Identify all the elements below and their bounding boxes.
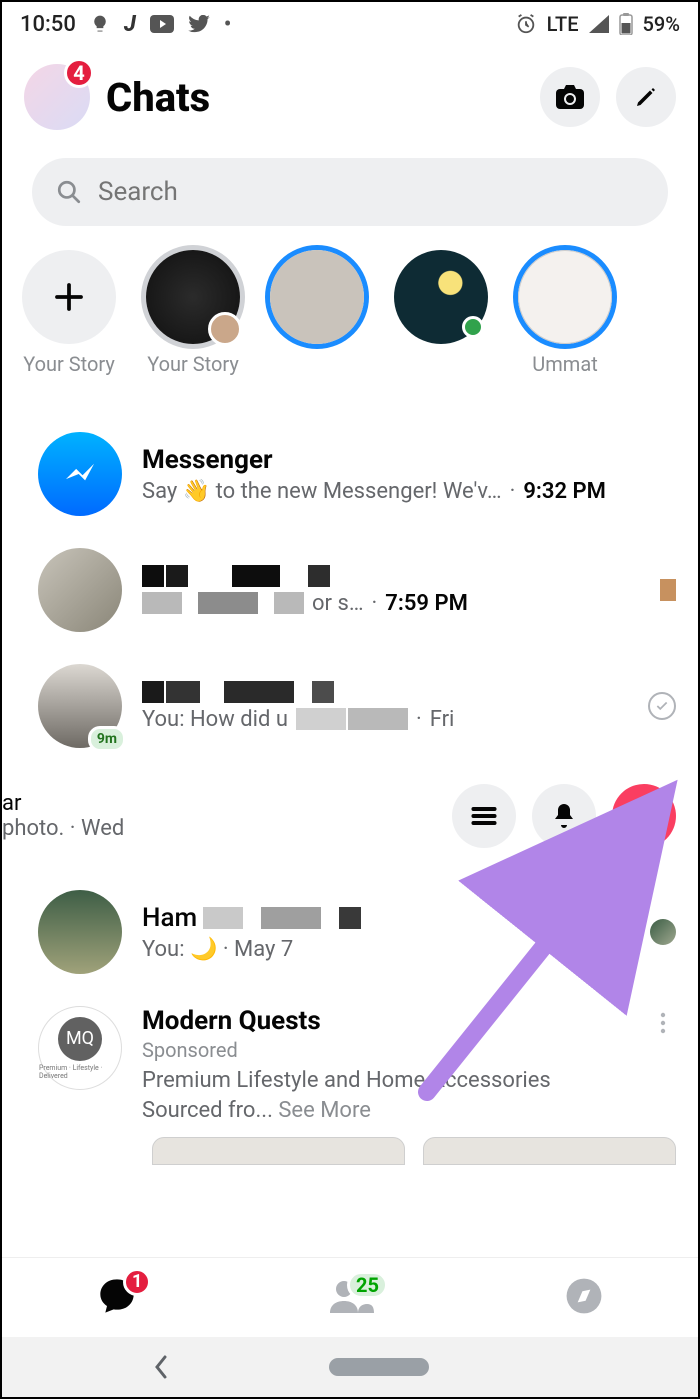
chat-avatar — [38, 890, 122, 974]
system-nav — [2, 1337, 698, 1397]
activity-badge: 9m — [88, 726, 126, 752]
chat-row[interactable]: or s… · 7:59 PM — [2, 538, 698, 654]
check-icon — [655, 699, 669, 713]
header: 4 Chats — [2, 46, 698, 136]
chat-name: Messenger — [142, 445, 676, 475]
story-label: Your Story — [23, 352, 115, 376]
seen-avatar — [650, 919, 676, 945]
status-dot-icon: • — [224, 12, 232, 37]
chat-list: Messenger Say 👋 to the new Messenger! We… — [2, 376, 698, 1165]
seen-indicator — [648, 692, 676, 720]
more-vert-icon — [660, 1012, 666, 1034]
status-indicator — [660, 579, 676, 601]
chat-preview: You: 🌙 · May 7 — [142, 937, 293, 962]
messenger-icon — [57, 451, 103, 497]
chat-preview-redacted — [296, 708, 408, 730]
chat-time: 7:59 PM — [385, 591, 468, 616]
story-label: Your Story — [147, 352, 239, 376]
back-icon[interactable] — [152, 1353, 170, 1381]
nav-people-badge: 25 — [347, 1271, 388, 1299]
see-more-link[interactable]: See More — [278, 1098, 371, 1123]
chat-preview-prefix: You: How did u — [142, 707, 288, 732]
sponsor-cards[interactable] — [2, 1129, 698, 1165]
sponsored-tag: Sponsored — [142, 1038, 630, 1062]
swiped-chat-text: ar photo. · Wed — [2, 791, 124, 841]
sponsored-row[interactable]: MQ Premium · Lifestyle · Delivered Moder… — [2, 996, 698, 1129]
stories-row: Your Story Your Story Ummat — [2, 226, 698, 376]
search-bar[interactable] — [32, 158, 668, 226]
chat-time: Fri — [430, 707, 455, 732]
compose-button[interactable] — [616, 67, 676, 127]
chat-name-redacted — [142, 681, 628, 703]
bottom-nav: 1 25 — [2, 1257, 698, 1337]
chat-row[interactable]: Ham You: 🌙 · May 7 — [2, 862, 698, 996]
swiped-chat-row[interactable]: ar photo. · Wed — [2, 770, 698, 862]
messenger-avatar — [38, 432, 122, 516]
twitter-icon — [188, 15, 210, 33]
camera-icon — [555, 84, 585, 110]
menu-action-button[interactable] — [452, 784, 516, 848]
mute-action-button[interactable] — [532, 784, 596, 848]
chat-avatar — [38, 548, 122, 632]
delete-action-button[interactable] — [612, 784, 676, 848]
letter-j-icon: J — [124, 12, 136, 37]
sponsor-menu-button[interactable] — [650, 1006, 676, 1125]
chat-preview: Say 👋 to the new Messenger! We'v… — [142, 479, 502, 504]
plus-icon — [51, 279, 87, 315]
lightbulb-icon — [90, 14, 110, 34]
nav-discover[interactable] — [565, 1277, 603, 1319]
battery-icon — [619, 13, 633, 35]
chat-row-messenger[interactable]: Messenger Say 👋 to the new Messenger! We… — [2, 422, 698, 538]
status-bar: 10:50 J • LTE 59% — [2, 2, 698, 46]
nav-people[interactable]: 25 — [328, 1279, 374, 1317]
story-label: Ummat — [532, 352, 597, 376]
page-title: Chats — [106, 74, 524, 121]
status-time: 10:50 — [20, 12, 76, 37]
chat-preview-tail: or s… — [312, 591, 364, 616]
alarm-icon — [515, 13, 537, 35]
nav-chats[interactable]: 1 — [97, 1276, 137, 1320]
chat-preview-redacted — [142, 592, 304, 614]
sponsor-avatar: MQ Premium · Lifestyle · Delivered — [38, 1006, 122, 1090]
menu-icon — [470, 805, 498, 827]
search-input[interactable] — [98, 177, 644, 207]
story-item[interactable] — [270, 250, 364, 376]
battery-pct: 59% — [643, 12, 680, 36]
youtube-icon — [150, 15, 174, 33]
chat-time: 9:32 PM — [523, 479, 606, 504]
nav-chats-badge: 1 — [123, 1268, 151, 1296]
story-add[interactable]: Your Story — [22, 250, 116, 376]
chat-name: Ham — [142, 903, 630, 933]
signal-icon — [589, 15, 609, 33]
sponsor-name: Modern Quests — [142, 1006, 630, 1036]
chat-avatar: 9m — [38, 664, 122, 748]
compass-icon — [565, 1277, 603, 1315]
bell-icon — [552, 802, 576, 830]
camera-button[interactable] — [540, 67, 600, 127]
story-item[interactable]: Your Story — [146, 250, 240, 376]
home-pill[interactable] — [329, 1358, 429, 1376]
profile-avatar[interactable]: 4 — [24, 64, 90, 130]
chat-row[interactable]: 9m You: How did u · Fri — [2, 654, 698, 770]
trash-icon — [631, 802, 657, 830]
story-item[interactable]: Ummat — [518, 250, 612, 376]
unread-badge: 4 — [64, 58, 94, 88]
pencil-icon — [634, 85, 658, 109]
sponsor-text: Premium Lifestyle and Home Accessories S… — [142, 1066, 630, 1125]
story-item[interactable] — [394, 250, 488, 376]
network-label: LTE — [547, 12, 579, 36]
chat-name-redacted — [142, 565, 640, 587]
search-icon — [56, 179, 82, 205]
